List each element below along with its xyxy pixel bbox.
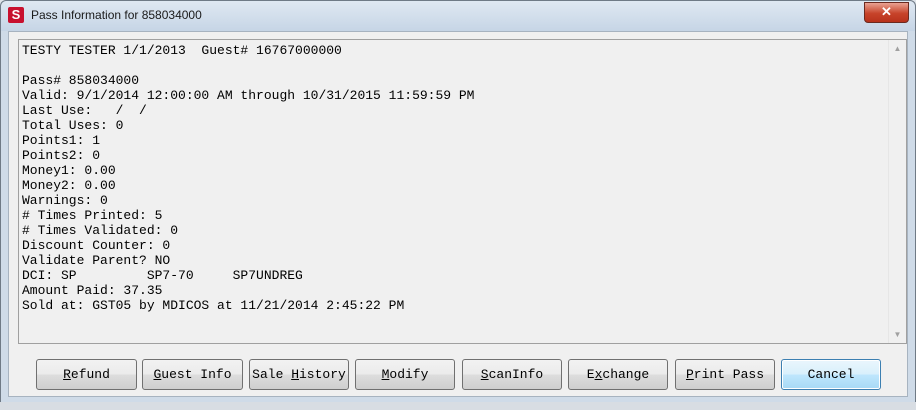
refund-button[interactable]: Refund	[36, 359, 137, 390]
button-label: ScanInfo	[480, 367, 544, 382]
scroll-up-arrow-icon[interactable]: ▲	[889, 40, 906, 57]
pass-info-line: Valid: 9/1/2014 12:00:00 AM through 10/3…	[22, 88, 475, 103]
pass-information-dialog: S Pass Information for 858034000 ✕ TESTY…	[0, 0, 916, 404]
pass-info-line: # Times Validated: 0	[22, 223, 179, 238]
pass-info-textbox[interactable]: TESTY TESTER 1/1/2013 Guest# 16767000000…	[18, 39, 907, 344]
pass-info-line: Pass# 858034000	[22, 73, 140, 88]
pass-info-line: Sold at: GST05 by MDICOS at 11/21/2014 2…	[22, 298, 405, 313]
pass-info-line: Money2: 0.00	[22, 178, 116, 193]
guest-info-button[interactable]: Guest Info	[142, 359, 243, 390]
pass-info-line: Last Use: / /	[22, 103, 147, 118]
pass-info-line: # Times Printed: 5	[22, 208, 163, 223]
window-title: Pass Information for 858034000	[31, 8, 202, 22]
modify-button[interactable]: Modify	[355, 359, 455, 390]
button-label: Sale History	[252, 367, 346, 382]
pass-info-text: TESTY TESTER 1/1/2013 Guest# 16767000000…	[22, 43, 886, 313]
pass-info-line: Validate Parent? NO	[22, 253, 171, 268]
pass-info-line: Money1: 0.00	[22, 163, 116, 178]
pass-info-line: DCI: SP SP7-70 SP7UNDREG	[22, 268, 303, 283]
button-label: Guest Info	[153, 367, 232, 382]
button-label: Print Pass	[685, 367, 765, 382]
cancel-button[interactable]: Cancel	[781, 359, 881, 390]
dialog-body: TESTY TESTER 1/1/2013 Guest# 16767000000…	[8, 31, 908, 397]
sale-history-button[interactable]: Sale History	[249, 359, 349, 390]
pass-info-line: Points2: 0	[22, 148, 101, 163]
vertical-scrollbar[interactable]: ▲ ▼	[888, 40, 906, 343]
background-window-edge	[0, 402, 916, 410]
button-label: Cancel	[807, 367, 855, 382]
scaninfo-button[interactable]: ScanInfo	[462, 359, 562, 390]
close-button[interactable]: ✕	[864, 2, 909, 23]
pass-info-line: TESTY TESTER 1/1/2013 Guest# 16767000000	[22, 43, 342, 58]
scroll-down-arrow-icon[interactable]: ▼	[889, 326, 906, 343]
button-label: Exchange	[586, 367, 650, 382]
pass-info-line: Total Uses: 0	[22, 118, 124, 133]
pass-info-line: Amount Paid: 37.35	[22, 283, 163, 298]
app-icon: S	[8, 7, 24, 23]
pass-info-line: Discount Counter: 0	[22, 238, 171, 253]
print-pass-button[interactable]: Print Pass	[675, 359, 775, 390]
exchange-button[interactable]: Exchange	[568, 359, 668, 390]
button-label: Modify	[381, 367, 429, 382]
title-bar[interactable]: S Pass Information for 858034000 ✕	[1, 1, 915, 31]
pass-info-line: Warnings: 0	[22, 193, 108, 208]
button-label: Refund	[63, 367, 110, 382]
pass-info-line: Points1: 1	[22, 133, 101, 148]
